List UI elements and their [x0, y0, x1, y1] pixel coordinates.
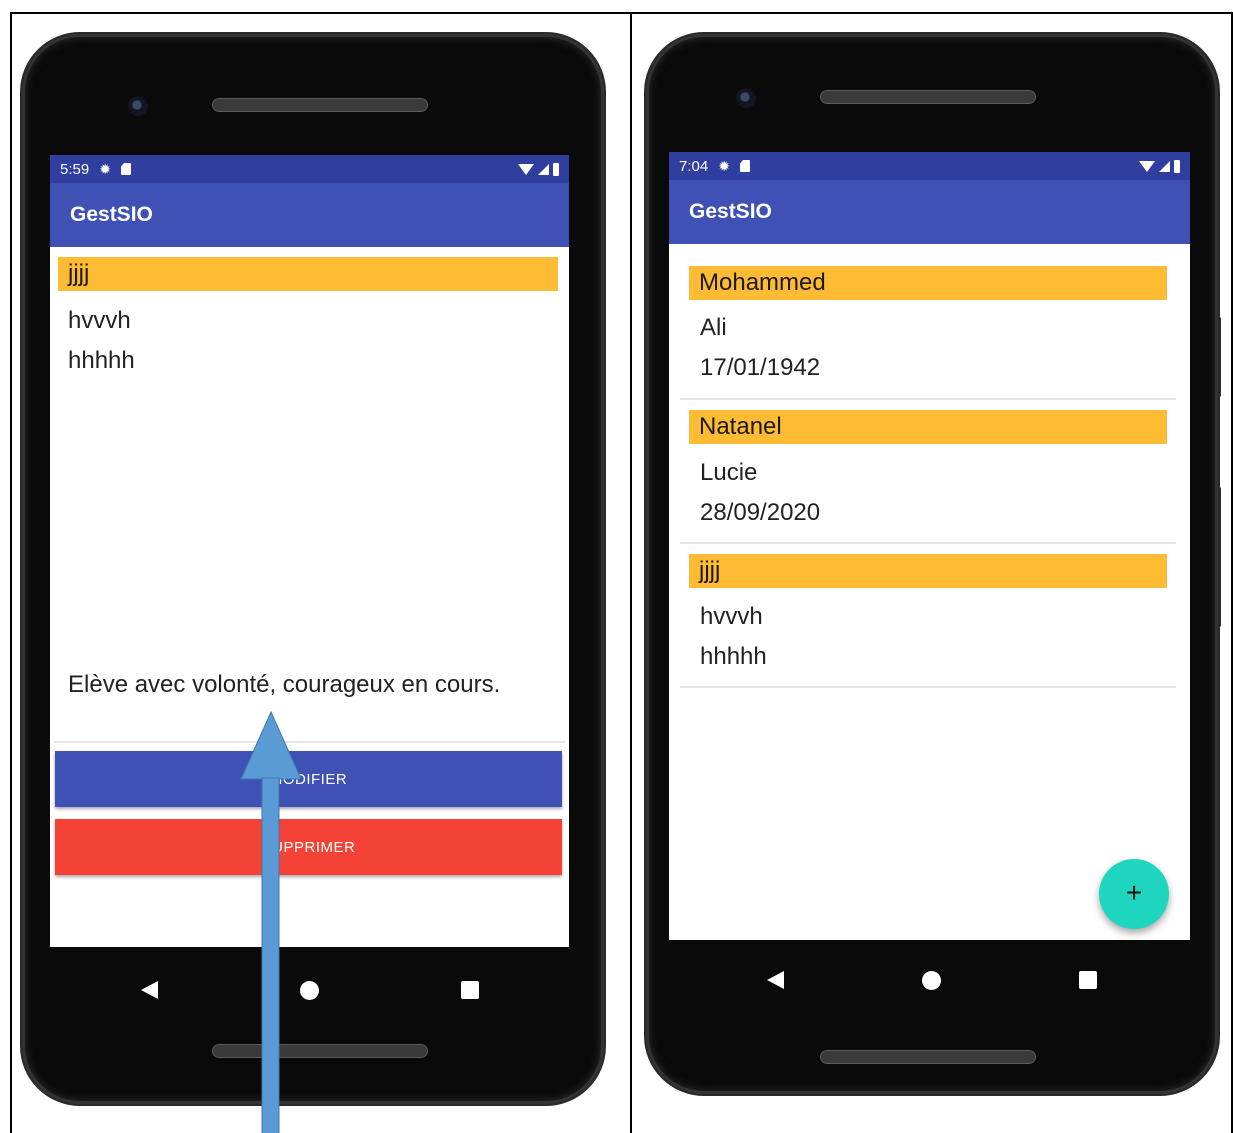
add-icon: +	[1125, 877, 1143, 908]
divider	[680, 542, 1176, 544]
left-screenshot-cell: 5:59 ✹ GestSIO jjjj hvvvh hhhhh Elève av…	[10, 12, 632, 1133]
right-screenshot-cell: 7:04 ✹ GestSIO Mohammed Ali 17/01/1942 N…	[630, 12, 1233, 1133]
wifi-icon	[1139, 160, 1155, 172]
status-time: 7:04	[679, 157, 709, 175]
app-bar-title: GestSIO	[669, 180, 1190, 244]
right-phone-frame: 7:04 ✹ GestSIO Mohammed Ali 17/01/1942 N…	[646, 34, 1218, 1094]
annotation-arrow	[240, 710, 302, 1133]
divider	[680, 398, 1176, 400]
list-item-name[interactable]: Natanel	[689, 410, 1167, 444]
settings-gear-icon: ✹	[718, 157, 730, 174]
list-item-firstname: hvvvh	[700, 603, 763, 630]
right-screen: 7:04 ✹ GestSIO Mohammed Ali 17/01/1942 N…	[669, 152, 1190, 940]
bottom-speaker	[820, 1050, 1036, 1064]
nav-back-icon[interactable]	[767, 971, 784, 989]
front-camera	[736, 88, 756, 108]
list-item-date: hhhhh	[700, 643, 767, 670]
nav-home-icon[interactable]	[922, 970, 941, 990]
sd-card-icon	[739, 160, 750, 172]
arrow-head	[240, 710, 302, 780]
nav-bar	[698, 962, 1166, 998]
arrow-shaft	[261, 777, 280, 1133]
list-item-date: 28/09/2020	[700, 499, 821, 526]
cell-signal-icon	[1159, 160, 1170, 172]
list-item-date: 17/01/1942	[700, 354, 821, 381]
list-item-name[interactable]: Mohammed	[689, 266, 1167, 300]
list-item-name[interactable]: jjjj	[689, 554, 1167, 588]
list-item-firstname: Lucie	[700, 459, 758, 486]
status-icons	[1139, 159, 1180, 173]
list-item-firstname: Ali	[700, 314, 727, 341]
add-fab-button[interactable]: +	[1099, 859, 1169, 929]
battery-icon	[1174, 159, 1180, 173]
divider	[680, 686, 1176, 688]
status-bar: 7:04 ✹	[669, 152, 1190, 180]
nav-recent-icon[interactable]	[1079, 971, 1097, 989]
top-speaker	[820, 90, 1036, 104]
